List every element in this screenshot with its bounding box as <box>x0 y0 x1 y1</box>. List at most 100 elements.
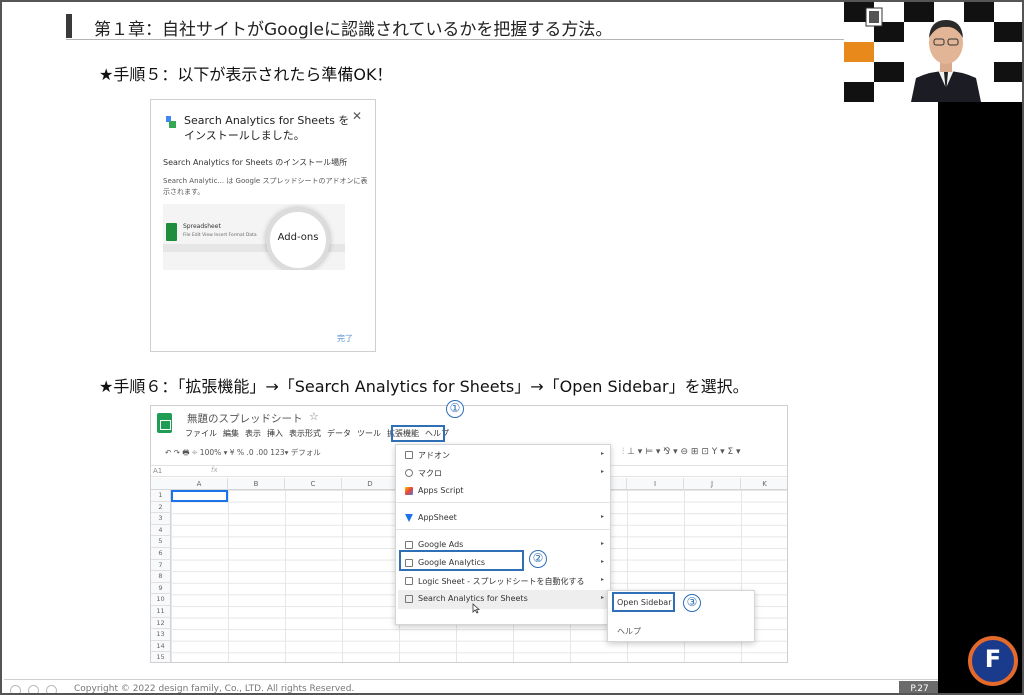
footer-nav-icon[interactable] <box>28 685 39 693</box>
window-frame: 第１章：自社サイトがGoogleに認識されているかを把握する方法。 ★手順５：以… <box>0 0 1024 695</box>
row-header[interactable]: 15 <box>151 652 171 662</box>
menu-item-label: マクロ <box>418 469 442 478</box>
column-header[interactable]: B <box>228 478 285 490</box>
footer-divider <box>4 679 938 680</box>
step-badge-2: ② <box>529 550 547 568</box>
menu-item-search-analytics[interactable]: Search Analytics for Sheets ▸ <box>396 591 612 608</box>
slide-title-bar: 第１章：自社サイトがGoogleに認識されているかを把握する方法。 <box>66 12 856 40</box>
row-header[interactable]: 3 <box>151 513 171 525</box>
column-header[interactable]: A <box>171 478 228 490</box>
star-icon[interactable]: ☆ <box>309 410 319 423</box>
menu-item-macros[interactable]: マクロ ▸ <box>396 465 612 482</box>
presentation-slide: 第１章：自社サイトがGoogleに認識されているかを把握する方法。 ★手順５：以… <box>4 4 940 694</box>
addons-icon <box>405 451 413 459</box>
menu-item-label: Search Analytics for Sheets <box>418 594 528 603</box>
chevron-right-icon: ▸ <box>600 540 604 547</box>
presenter-video <box>844 2 1022 102</box>
highlight-box-search-analytics <box>399 550 524 571</box>
chevron-right-icon: ▸ <box>600 558 604 565</box>
step5-heading: ★手順５：以下が表示されたら準備OK！ <box>99 65 393 84</box>
selected-cell-a1[interactable] <box>171 490 228 502</box>
menu-item-apps-script[interactable]: Apps Script <box>396 483 612 500</box>
menu-view[interactable]: 表示 <box>245 428 261 439</box>
menu-format[interactable]: 表示形式 <box>289 428 321 439</box>
row-header[interactable]: 12 <box>151 617 171 630</box>
column-header[interactable]: K <box>741 478 787 490</box>
row-header[interactable]: 14 <box>151 640 171 653</box>
brand-logo-letter: F <box>984 645 1002 673</box>
menu-item-appsheet[interactable]: AppSheet ▸ <box>396 510 612 527</box>
column-header[interactable]: I <box>627 478 684 490</box>
preview-menu-bar: File Edit View Insert Format Data <box>183 233 257 238</box>
row-header[interactable]: 10 <box>151 594 171 606</box>
chevron-right-icon: ▸ <box>600 576 604 583</box>
magnifier-circle: Add-ons <box>266 208 330 270</box>
menu-file[interactable]: ファイル <box>185 428 217 439</box>
menu-data[interactable]: データ <box>327 428 351 439</box>
done-button[interactable]: 完了 <box>337 333 353 344</box>
sheets-icon <box>166 223 177 241</box>
row-header[interactable]: 13 <box>151 629 171 641</box>
page-number: P.27 <box>899 681 940 693</box>
toolbar-right-controls[interactable]: ⫶ ⊥ ▾ ⊨ ▾ ⅋ ▾ ⊖ ⊞ ⊡ Y ▾ Σ ▾ <box>622 447 741 457</box>
footer-nav-icon[interactable] <box>46 685 57 693</box>
presenter-avatar <box>911 20 981 102</box>
row-header[interactable]: 2 <box>151 501 171 514</box>
sheets-logo-icon <box>157 413 172 433</box>
menu-divider <box>396 529 612 530</box>
menu-item-label: AppSheet <box>418 513 457 522</box>
menu-item-label: アドオン <box>418 451 450 460</box>
row-header[interactable]: 8 <box>151 571 171 583</box>
addon-icon <box>405 541 413 549</box>
column-header[interactable]: C <box>285 478 342 490</box>
menu-tools[interactable]: ツール <box>357 428 381 439</box>
addon-icon <box>405 595 413 603</box>
close-icon[interactable]: ✕ <box>352 109 362 123</box>
apps-script-icon <box>405 487 413 495</box>
appsheet-icon <box>405 514 413 522</box>
preview-addons-label: Add-ons <box>277 232 319 243</box>
row-header[interactable]: 6 <box>151 548 171 560</box>
toolbar-left-controls[interactable]: ↶ ↷ 🖶 ⌖ 100% ▾ ¥ % .0 .00 123▾ デフォル <box>165 447 321 460</box>
column-header[interactable]: J <box>684 478 741 490</box>
chevron-right-icon: ▸ <box>600 513 604 520</box>
row-header[interactable]: 9 <box>151 582 171 595</box>
macro-icon <box>405 469 413 477</box>
chevron-right-icon: ▸ <box>600 450 604 457</box>
row-header[interactable]: 11 <box>151 606 171 618</box>
menu-item-logic-sheet[interactable]: Logic Sheet - スプレッドシートを自動化する ▸ <box>396 573 612 590</box>
cell-reference[interactable]: A1 <box>153 467 162 475</box>
install-complete-dialog: Search Analytics for Sheets を インストールしました… <box>150 99 376 352</box>
addon-preview-image: Spreadsheet File Edit View Insert Format… <box>163 204 345 270</box>
document-title[interactable]: 無題のスプレッドシート <box>187 411 303 426</box>
spreadsheet-screenshot: 無題のスプレッドシート ☆ ファイル 編集 表示 挿入 表示形式 データ ツール 拡張機能 ヘル… <box>150 405 788 663</box>
dialog-description: Search Analytic... は Google スプレッドシートのアドオ… <box>163 177 368 196</box>
menu-divider <box>396 502 612 503</box>
row-header[interactable]: 4 <box>151 524 171 537</box>
step-badge-3: ③ <box>683 594 701 612</box>
menu-insert[interactable]: 挿入 <box>267 428 283 439</box>
menu-item-label: Logic Sheet - スプレッドシートを自動化する <box>418 577 585 586</box>
menu-item-label: Apps Script <box>418 486 464 495</box>
row-header[interactable]: 7 <box>151 559 171 572</box>
title-accent-mark <box>66 14 72 38</box>
preview-doc-name: Spreadsheet <box>183 223 221 230</box>
chevron-right-icon: ▸ <box>600 468 604 475</box>
row-header[interactable]: 1 <box>151 490 171 502</box>
mouse-cursor-icon <box>472 603 480 614</box>
menu-edit[interactable]: 編集 <box>223 428 239 439</box>
menu-item-addons[interactable]: アドオン ▸ <box>396 447 612 464</box>
footer-nav-icon[interactable] <box>10 685 21 693</box>
highlight-box-extensions <box>391 425 445 442</box>
brand-logo-icon: F <box>968 636 1018 686</box>
copyright-text: Copyright © 2022 design family, Co., LTD… <box>74 684 355 694</box>
step-badge-1: ① <box>446 400 464 418</box>
step6-heading: ★手順６：「拡張機能」→「Search Analytics for Sheets… <box>99 377 749 396</box>
menu-item-label: Google Ads <box>418 540 464 549</box>
highlight-box-open-sidebar <box>612 592 675 612</box>
column-header[interactable]: D <box>342 478 399 490</box>
extensions-menu: アドオン ▸ マクロ ▸ Apps Script AppSheet ▸ Goog… <box>395 444 612 625</box>
dialog-title: Search Analytics for Sheets を インストールしました… <box>184 114 350 142</box>
row-header[interactable]: 5 <box>151 536 171 548</box>
help-item[interactable]: ヘルプ <box>617 626 641 637</box>
